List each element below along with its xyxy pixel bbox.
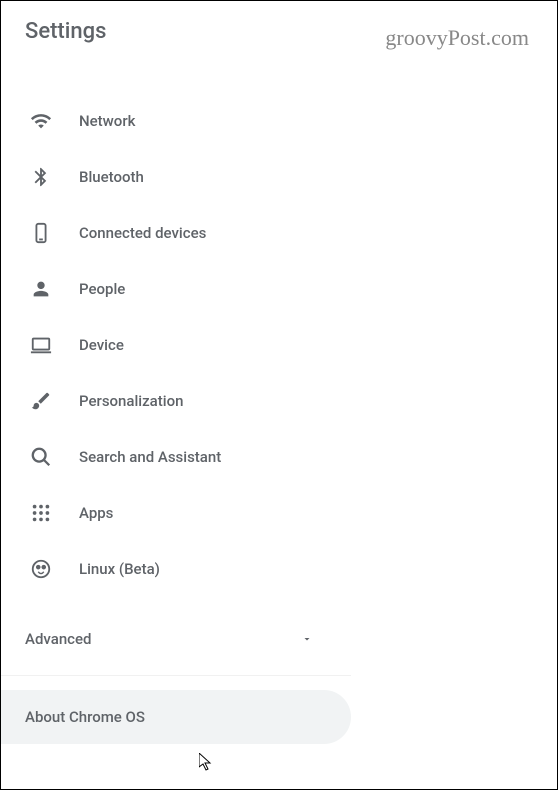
- page-title: Settings: [25, 19, 106, 44]
- sidebar-item-label: Linux (Beta): [79, 560, 160, 578]
- apps-icon: [29, 501, 53, 525]
- advanced-label: Advanced: [25, 630, 91, 648]
- sidebar-item-label: Device: [79, 336, 124, 354]
- watermark: groovyPost.com: [385, 25, 529, 51]
- settings-menu: Network Bluetooth Connected devices Peop…: [1, 61, 557, 597]
- chevron-down-icon: [301, 633, 313, 645]
- bluetooth-icon: [29, 165, 53, 189]
- sidebar-item-people[interactable]: People: [1, 261, 557, 317]
- search-icon: [29, 445, 53, 469]
- sidebar-item-label: People: [79, 280, 125, 298]
- sidebar-item-personalization[interactable]: Personalization: [1, 373, 557, 429]
- mouse-cursor-icon: [199, 753, 215, 773]
- brush-icon: [29, 389, 53, 413]
- phone-icon: [29, 221, 53, 245]
- sidebar-item-label: Bluetooth: [79, 168, 144, 186]
- sidebar-item-label: Search and Assistant: [79, 448, 221, 466]
- sidebar-item-network[interactable]: Network: [1, 93, 557, 149]
- sidebar-item-label: Connected devices: [79, 224, 206, 242]
- sidebar-item-label: Network: [79, 112, 135, 130]
- sidebar-item-label: Apps: [79, 504, 113, 522]
- linux-icon: [29, 557, 53, 581]
- header: Settings groovyPost.com: [1, 1, 557, 61]
- sidebar-item-connected-devices[interactable]: Connected devices: [1, 205, 557, 261]
- divider: [1, 675, 351, 676]
- sidebar-item-label: Personalization: [79, 392, 183, 410]
- laptop-icon: [29, 333, 53, 357]
- sidebar-item-search-assistant[interactable]: Search and Assistant: [1, 429, 557, 485]
- about-chrome-os[interactable]: About Chrome OS: [1, 690, 351, 744]
- about-label: About Chrome OS: [25, 708, 145, 726]
- sidebar-item-apps[interactable]: Apps: [1, 485, 557, 541]
- sidebar-item-device[interactable]: Device: [1, 317, 557, 373]
- sidebar-item-linux[interactable]: Linux (Beta): [1, 541, 557, 597]
- sidebar-item-bluetooth[interactable]: Bluetooth: [1, 149, 557, 205]
- person-icon: [29, 277, 53, 301]
- advanced-toggle[interactable]: Advanced: [1, 611, 341, 667]
- wifi-icon: [29, 109, 53, 133]
